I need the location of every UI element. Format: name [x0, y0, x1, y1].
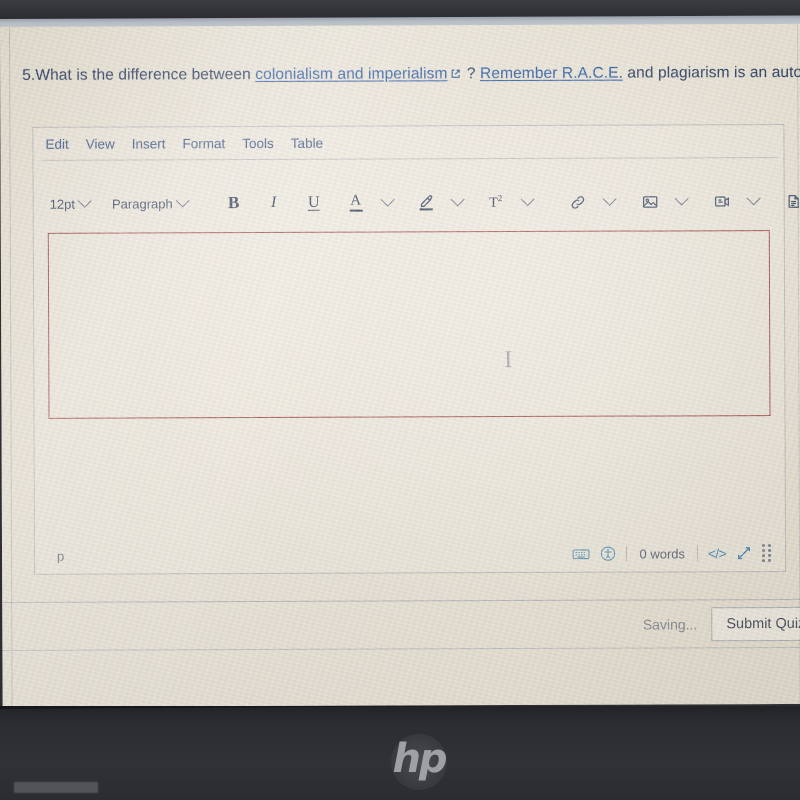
- word-count: 0 words: [639, 545, 686, 562]
- block-format-dropdown[interactable]: Paragraph: [104, 190, 194, 216]
- menu-item-table[interactable]: Table: [291, 135, 323, 150]
- menu-item-insert[interactable]: Insert: [132, 136, 166, 151]
- highlight-color-dropdown[interactable]: [442, 189, 474, 215]
- resize-grip-icon[interactable]: [761, 544, 771, 562]
- laptop-photo: 5.What is the difference between colonia…: [0, 0, 800, 800]
- text-color-button[interactable]: A: [340, 190, 372, 216]
- question-text-mid: ?: [462, 65, 481, 83]
- menu-item-tools[interactable]: Tools: [242, 135, 274, 150]
- chevron-down-icon: [450, 192, 465, 207]
- quiz-footer: Saving... Submit Quiz: [2, 600, 800, 650]
- external-link-icon: [450, 68, 461, 79]
- bezel-sticker: [14, 782, 98, 793]
- insert-media-button[interactable]: [706, 188, 738, 214]
- block-format-value: Paragraph: [111, 195, 173, 212]
- insert-link-button[interactable]: [562, 189, 594, 215]
- underline-button[interactable]: U: [298, 190, 330, 216]
- laptop-screen: 5.What is the difference between colonia…: [0, 23, 800, 707]
- chevron-down-icon: [520, 192, 535, 207]
- highlight-color-swatch: [419, 208, 433, 211]
- bold-icon: B: [227, 193, 240, 213]
- status-divider: [626, 545, 628, 562]
- insert-image-button[interactable]: [634, 188, 666, 214]
- accessibility-icon[interactable]: [600, 546, 616, 562]
- chevron-down-icon: [602, 191, 617, 206]
- underline-icon: U: [307, 193, 320, 211]
- question-link-colonialism-imperialism[interactable]: colonialism and imperialism: [255, 65, 447, 83]
- italic-button[interactable]: I: [258, 190, 290, 216]
- keyboard-icon[interactable]: [572, 547, 590, 560]
- italic-icon: I: [271, 193, 277, 211]
- html-editor-button[interactable]: </>: [708, 546, 726, 561]
- bold-button[interactable]: B: [218, 190, 250, 216]
- chevron-down-icon: [175, 193, 190, 208]
- text-color-dropdown[interactable]: [372, 189, 404, 215]
- laptop-bottom-bezel: hp: [0, 706, 800, 800]
- font-size-value: 12pt: [49, 196, 76, 212]
- chevron-down-icon: [674, 191, 689, 206]
- fullscreen-arrow-icon[interactable]: [736, 545, 752, 561]
- question-prompt: 5.What is the difference between colonia…: [22, 64, 800, 85]
- text-cursor: I: [504, 347, 513, 374]
- editor-menubar: Edit View Insert Format Tools Table: [33, 125, 783, 160]
- menu-item-view[interactable]: View: [86, 136, 115, 151]
- menu-item-edit[interactable]: Edit: [45, 136, 68, 151]
- status-divider: [696, 545, 699, 562]
- insert-document-button[interactable]: [778, 188, 800, 214]
- highlight-color-button[interactable]: [410, 189, 442, 215]
- superscript-dropdown[interactable]: [512, 189, 544, 215]
- insert-image-dropdown[interactable]: [666, 188, 698, 214]
- insert-media-dropdown[interactable]: [738, 188, 770, 214]
- superscript-icon: T2: [489, 192, 503, 211]
- rich-content-editor: Edit View Insert Format Tools Table 12pt…: [32, 123, 799, 575]
- editor-text-area[interactable]: [47, 230, 771, 419]
- editor-toolbar: 12pt Paragraph B I U A T2: [34, 183, 799, 222]
- font-size-dropdown[interactable]: 12pt: [42, 191, 96, 217]
- text-color-icon: A: [350, 192, 362, 209]
- element-path[interactable]: p: [57, 548, 64, 563]
- question-link-remember-race[interactable]: Remember R.A.C.E.: [480, 65, 623, 83]
- question-text-lead: What is the difference between: [35, 66, 256, 84]
- insert-link-dropdown[interactable]: [594, 189, 626, 215]
- text-color-swatch: [349, 209, 363, 212]
- submit-quiz-button[interactable]: Submit Quiz: [711, 606, 800, 641]
- question-number: 5.: [22, 66, 36, 84]
- chevron-down-icon: [77, 193, 93, 208]
- superscript-button[interactable]: T2: [480, 189, 512, 215]
- menu-item-format[interactable]: Format: [182, 136, 225, 151]
- hp-logo: hp: [391, 734, 448, 790]
- chevron-down-icon: [746, 191, 761, 206]
- saving-status: Saving...: [642, 615, 698, 633]
- question-text-tail: and plagiarism is an automatic "0.": [627, 63, 800, 82]
- editor-status-bar: p 0 words </>: [35, 535, 785, 574]
- chevron-down-icon: [380, 192, 395, 207]
